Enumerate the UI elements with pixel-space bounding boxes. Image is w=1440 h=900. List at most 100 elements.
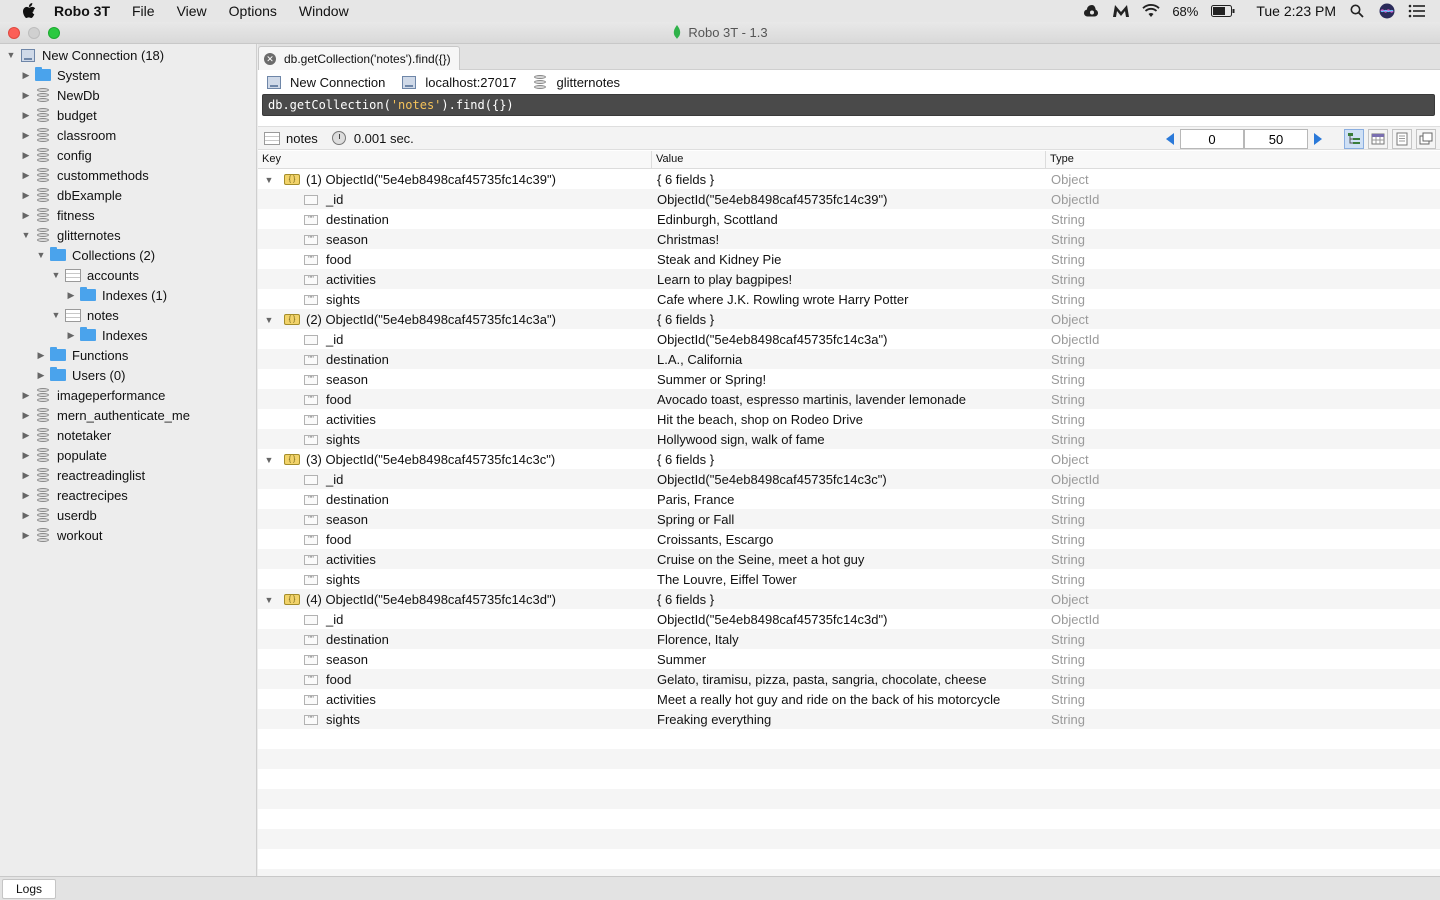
collapsed-arrow-icon[interactable]: ▶	[21, 530, 31, 540]
collapsed-arrow-icon[interactable]: ▶	[66, 290, 76, 300]
tree-item[interactable]: ▼ Collections (2)	[36, 245, 155, 265]
menu-view[interactable]: View	[177, 3, 207, 19]
field-row[interactable]: "" destination Edinburgh, Scottland String	[258, 209, 1440, 229]
document-row[interactable]: ▼ { } (4) ObjectId("5e4eb8498caf45735fc14c…	[258, 589, 1440, 609]
expanded-arrow-icon[interactable]: ▼	[264, 175, 274, 185]
table-view-icon[interactable]	[1368, 129, 1388, 149]
tree-item[interactable]: ▶ budget	[21, 105, 97, 125]
expanded-arrow-icon[interactable]: ▼	[21, 230, 31, 240]
expanded-arrow-icon[interactable]: ▼	[51, 310, 61, 320]
creative-cloud-icon[interactable]	[1082, 3, 1100, 19]
tree-item[interactable]: ▶ reactrecipes	[21, 485, 128, 505]
collapsed-arrow-icon[interactable]: ▶	[21, 470, 31, 480]
tree-item[interactable]: ▶ userdb	[21, 505, 97, 525]
field-row[interactable]: "" food Croissants, Escargo String	[258, 529, 1440, 549]
expanded-arrow-icon[interactable]: ▼	[51, 270, 61, 280]
skip-input[interactable]	[1180, 129, 1244, 149]
tree-item[interactable]: ▶ NewDb	[21, 85, 100, 105]
field-row[interactable]: "" food Gelato, tiramisu, pizza, pasta, sa…	[258, 669, 1440, 689]
collapsed-arrow-icon[interactable]: ▶	[21, 170, 31, 180]
expanded-arrow-icon[interactable]: ▼	[264, 595, 274, 605]
field-row[interactable]: "" destination Paris, France String	[258, 489, 1440, 509]
collapsed-arrow-icon[interactable]: ▶	[21, 210, 31, 220]
collapsed-arrow-icon[interactable]: ▶	[21, 510, 31, 520]
document-row[interactable]: ▼ { } (3) ObjectId("5e4eb8498caf45735fc14c…	[258, 449, 1440, 469]
collapsed-arrow-icon[interactable]: ▶	[21, 450, 31, 460]
field-row[interactable]: "" season Summer or Spring! String	[258, 369, 1440, 389]
collapsed-arrow-icon[interactable]: ▶	[21, 190, 31, 200]
tree-item[interactable]: ▶ fitness	[21, 205, 95, 225]
tree-item[interactable]: ▶ imageperformance	[21, 385, 166, 405]
field-row[interactable]: "" food Avocado toast, espresso martinis, …	[258, 389, 1440, 409]
notification-center-icon[interactable]	[1408, 3, 1426, 19]
field-row[interactable]: "" season Spring or Fall String	[258, 509, 1440, 529]
tab-query[interactable]: ✕ db.getCollection('notes').find({})	[258, 46, 460, 70]
previous-page-icon[interactable]	[1166, 133, 1174, 145]
tree-item[interactable]: ▶ Functions	[36, 345, 128, 365]
field-row[interactable]: "" food Steak and Kidney Pie String	[258, 249, 1440, 269]
tree-item[interactable]: ▶ reactreadinglist	[21, 465, 146, 485]
expanded-arrow-icon[interactable]: ▼	[264, 315, 274, 325]
collapsed-arrow-icon[interactable]: ▶	[36, 350, 46, 360]
app-menu[interactable]: Robo 3T	[54, 3, 110, 19]
field-row[interactable]: _id ObjectId("5e4eb8498caf45735fc14c3c") O…	[258, 469, 1440, 489]
tree-item[interactable]: ▶ populate	[21, 445, 107, 465]
menu-window[interactable]: Window	[299, 3, 349, 19]
collapsed-arrow-icon[interactable]: ▶	[21, 130, 31, 140]
tree-item[interactable]: ▶ Users (0)	[36, 365, 125, 385]
field-row[interactable]: "" sights Cafe where J.K. Rowling wrote Ha…	[258, 289, 1440, 309]
field-row[interactable]: "" season Christmas! String	[258, 229, 1440, 249]
tree-item[interactable]: ▶ config	[21, 145, 92, 165]
tree-item[interactable]: ▼ glitternotes	[21, 225, 121, 245]
spotlight-search-icon[interactable]	[1348, 3, 1366, 19]
field-row[interactable]: "" sights Freaking everything String	[258, 709, 1440, 729]
field-row[interactable]: "" sights Hollywood sign, walk of fame Stri…	[258, 429, 1440, 449]
field-row[interactable]: "" activities Cruise on the Seine, meet a …	[258, 549, 1440, 569]
key-column-header[interactable]: Key	[262, 153, 281, 165]
field-row[interactable]: "" season Summer String	[258, 649, 1440, 669]
tree-item[interactable]: ▶ mern_authenticate_me	[21, 405, 190, 425]
field-row[interactable]: "" sights The Louvre, Eiffel Tower String	[258, 569, 1440, 589]
mailspring-icon[interactable]	[1112, 3, 1130, 19]
expanded-arrow-icon[interactable]: ▼	[6, 50, 16, 60]
document-row[interactable]: ▼ { } (1) ObjectId("5e4eb8498caf45735fc14c…	[258, 169, 1440, 189]
tree-item[interactable]: ▼ accounts	[51, 265, 140, 285]
collapsed-arrow-icon[interactable]: ▶	[21, 70, 31, 80]
value-column-header[interactable]: Value	[656, 153, 683, 165]
field-row[interactable]: _id ObjectId("5e4eb8498caf45735fc14c39") O…	[258, 189, 1440, 209]
field-row[interactable]: "" activities Hit the beach, shop on Rodeo…	[258, 409, 1440, 429]
tree-item[interactable]: ▶ dbExample	[21, 185, 123, 205]
document-row[interactable]: ▼ { } (2) ObjectId("5e4eb8498caf45735fc14c…	[258, 309, 1440, 329]
tree-item[interactable]: ▼ New Connection (18)	[6, 45, 165, 65]
tree-item[interactable]: ▼ notes	[51, 305, 119, 325]
menu-file[interactable]: File	[132, 3, 155, 19]
field-row[interactable]: "" destination Florence, Italy String	[258, 629, 1440, 649]
field-row[interactable]: _id ObjectId("5e4eb8498caf45735fc14c3a") O…	[258, 329, 1440, 349]
menu-options[interactable]: Options	[229, 3, 277, 19]
tree-item[interactable]: ▶ classroom	[21, 125, 117, 145]
field-row[interactable]: "" activities Learn to play bagpipes! Strin…	[258, 269, 1440, 289]
collapsed-arrow-icon[interactable]: ▶	[21, 150, 31, 160]
tree-item[interactable]: ▶ Indexes	[66, 325, 148, 345]
field-row[interactable]: "" destination L.A., California String	[258, 349, 1440, 369]
tree-item[interactable]: ▶ workout	[21, 525, 103, 545]
tree-item[interactable]: ▶ System	[21, 65, 100, 85]
collapsed-arrow-icon[interactable]: ▶	[21, 110, 31, 120]
query-editor[interactable]: db.getCollection('notes').find({})	[262, 94, 1435, 116]
collapsed-arrow-icon[interactable]: ▶	[21, 490, 31, 500]
next-page-icon[interactable]	[1314, 133, 1322, 145]
apple-menu-icon[interactable]	[20, 2, 38, 20]
tab-close-icon[interactable]: ✕	[264, 52, 276, 65]
field-row[interactable]: _id ObjectId("5e4eb8498caf45735fc14c3d") O…	[258, 609, 1440, 629]
collapsed-arrow-icon[interactable]: ▶	[36, 370, 46, 380]
tree-item[interactable]: ▶ custommethods	[21, 165, 149, 185]
menu-clock[interactable]: Tue 2:23 PM	[1256, 3, 1336, 19]
wifi-icon[interactable]	[1142, 3, 1160, 19]
collapsed-arrow-icon[interactable]: ▶	[21, 90, 31, 100]
tree-item[interactable]: ▶ Indexes (1)	[66, 285, 167, 305]
collapsed-arrow-icon[interactable]: ▶	[21, 390, 31, 400]
siri-icon[interactable]	[1378, 3, 1396, 19]
limit-input[interactable]	[1244, 129, 1308, 149]
collapsed-arrow-icon[interactable]: ▶	[66, 330, 76, 340]
collapsed-arrow-icon[interactable]: ▶	[21, 430, 31, 440]
